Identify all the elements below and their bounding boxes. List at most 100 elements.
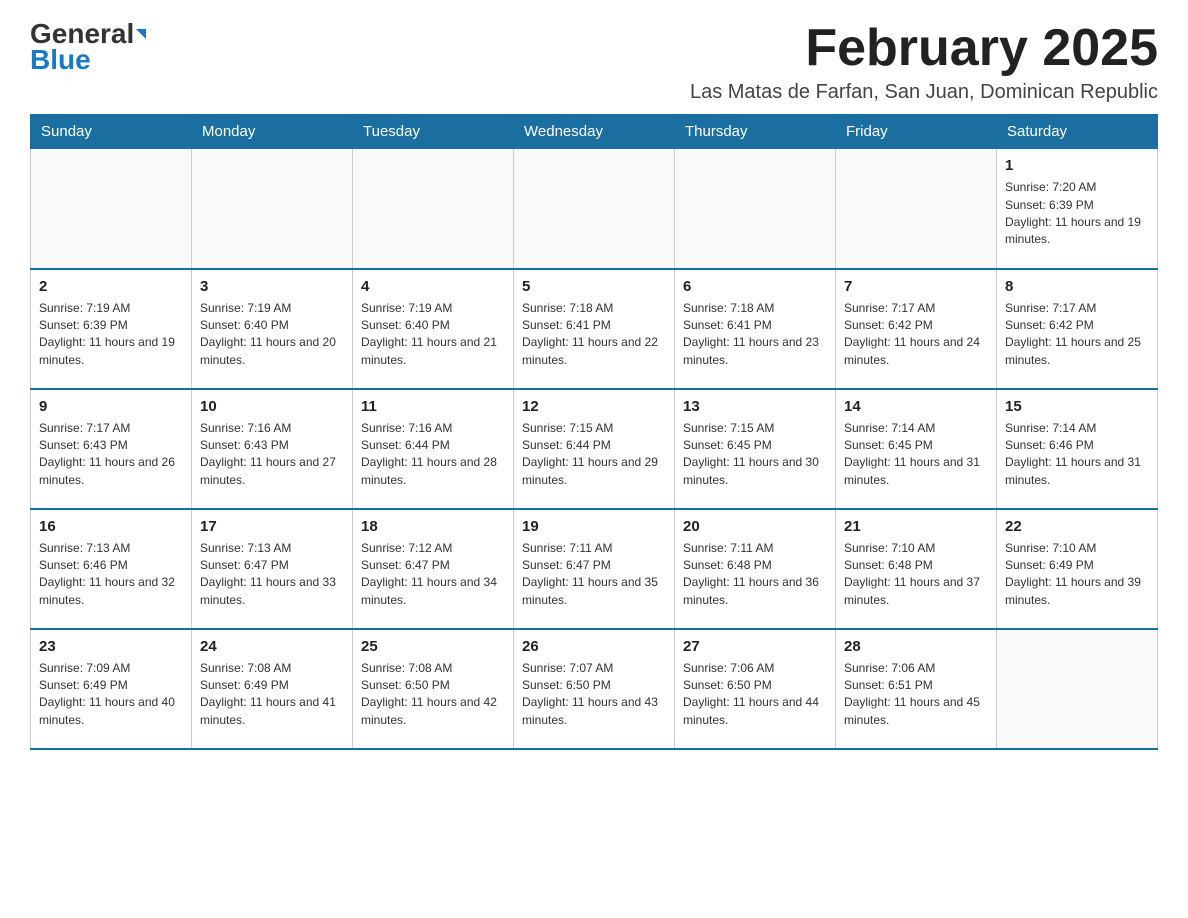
- day-info: Sunrise: 7:17 AM Sunset: 6:42 PM Dayligh…: [844, 300, 988, 370]
- table-row: [31, 149, 192, 269]
- table-row: 8 Sunrise: 7:17 AM Sunset: 6:42 PM Daylig…: [997, 269, 1158, 389]
- day-number: 18: [361, 516, 505, 537]
- day-info: Sunrise: 7:19 AM Sunset: 6:39 PM Dayligh…: [39, 300, 183, 370]
- calendar-title: February 2025: [690, 20, 1158, 77]
- table-row: 18 Sunrise: 7:12 AM Sunset: 6:47 PM Dayli…: [353, 509, 514, 629]
- day-number: 1: [1005, 155, 1149, 176]
- day-info: Sunrise: 7:12 AM Sunset: 6:47 PM Dayligh…: [361, 540, 505, 610]
- day-number: 23: [39, 636, 183, 657]
- day-number: 16: [39, 516, 183, 537]
- day-info: Sunrise: 7:09 AM Sunset: 6:49 PM Dayligh…: [39, 660, 183, 730]
- day-number: 2: [39, 276, 183, 297]
- day-number: 28: [844, 636, 988, 657]
- header-tuesday: Tuesday: [353, 115, 514, 149]
- table-row: 10 Sunrise: 7:16 AM Sunset: 6:43 PM Dayli…: [192, 389, 353, 509]
- day-number: 12: [522, 396, 666, 417]
- day-info: Sunrise: 7:17 AM Sunset: 6:43 PM Dayligh…: [39, 420, 183, 490]
- day-info: Sunrise: 7:11 AM Sunset: 6:47 PM Dayligh…: [522, 540, 666, 610]
- day-number: 22: [1005, 516, 1149, 537]
- logo-arrow-icon: [136, 29, 146, 39]
- table-row: 28 Sunrise: 7:06 AM Sunset: 6:51 PM Dayli…: [836, 629, 997, 749]
- table-row: 3 Sunrise: 7:19 AM Sunset: 6:40 PM Daylig…: [192, 269, 353, 389]
- table-row: [675, 149, 836, 269]
- day-info: Sunrise: 7:06 AM Sunset: 6:51 PM Dayligh…: [844, 660, 988, 730]
- day-number: 25: [361, 636, 505, 657]
- logo-blue: Blue: [30, 46, 91, 74]
- table-row: 22 Sunrise: 7:10 AM Sunset: 6:49 PM Dayli…: [997, 509, 1158, 629]
- calendar-week-row: 23 Sunrise: 7:09 AM Sunset: 6:49 PM Dayli…: [31, 629, 1158, 749]
- table-row: 27Sunrise: 7:06 AM Sunset: 6:50 PM Dayli…: [675, 629, 836, 749]
- table-row: 23 Sunrise: 7:09 AM Sunset: 6:49 PM Dayli…: [31, 629, 192, 749]
- day-info: Sunrise: 7:18 AM Sunset: 6:41 PM Dayligh…: [683, 300, 827, 370]
- table-row: 17 Sunrise: 7:13 AM Sunset: 6:47 PM Dayli…: [192, 509, 353, 629]
- day-number: 17: [200, 516, 344, 537]
- day-number: 26: [522, 636, 666, 657]
- calendar-table: Sunday Monday Tuesday Wednesday Thursday…: [30, 114, 1158, 750]
- table-row: 15 Sunrise: 7:14 AM Sunset: 6:46 PM Dayli…: [997, 389, 1158, 509]
- header-thursday: Thursday: [675, 115, 836, 149]
- day-number: 11: [361, 396, 505, 417]
- day-info: Sunrise: 7:08 AM Sunset: 6:50 PM Dayligh…: [361, 660, 505, 730]
- day-info: Sunrise: 7:10 AM Sunset: 6:49 PM Dayligh…: [1005, 540, 1149, 610]
- table-row: 4 Sunrise: 7:19 AM Sunset: 6:40 PM Daylig…: [353, 269, 514, 389]
- header-sunday: Sunday: [31, 115, 192, 149]
- day-info: Sunrise: 7:15 AM Sunset: 6:45 PM Dayligh…: [683, 420, 827, 490]
- table-row: 16 Sunrise: 7:13 AM Sunset: 6:46 PM Dayli…: [31, 509, 192, 629]
- table-row: [192, 149, 353, 269]
- day-number: 20: [683, 516, 827, 537]
- calendar-subtitle: Las Matas de Farfan, San Juan, Dominican…: [690, 81, 1158, 104]
- table-row: 24 Sunrise: 7:08 AM Sunset: 6:49 PM Dayli…: [192, 629, 353, 749]
- table-row: [836, 149, 997, 269]
- day-info: Sunrise: 7:07 AM Sunset: 6:50 PM Dayligh…: [522, 660, 666, 730]
- calendar-header-row: Sunday Monday Tuesday Wednesday Thursday…: [31, 115, 1158, 149]
- logo: General Blue: [30, 20, 146, 74]
- calendar-week-row: 1 Sunrise: 7:20 AM Sunset: 6:39 PM Daylig…: [31, 149, 1158, 269]
- table-row: 19 Sunrise: 7:11 AM Sunset: 6:47 PM Dayli…: [514, 509, 675, 629]
- day-info: Sunrise: 7:17 AM Sunset: 6:42 PM Dayligh…: [1005, 300, 1149, 370]
- day-number: 7: [844, 276, 988, 297]
- table-row: [997, 629, 1158, 749]
- table-row: 6 Sunrise: 7:18 AM Sunset: 6:41 PM Daylig…: [675, 269, 836, 389]
- day-info: Sunrise: 7:18 AM Sunset: 6:41 PM Dayligh…: [522, 300, 666, 370]
- day-number: 19: [522, 516, 666, 537]
- title-area: February 2025 Las Matas de Farfan, San J…: [690, 20, 1158, 104]
- day-info: Sunrise: 7:11 AM Sunset: 6:48 PM Dayligh…: [683, 540, 827, 610]
- day-info: Sunrise: 7:14 AM Sunset: 6:45 PM Dayligh…: [844, 420, 988, 490]
- table-row: [353, 149, 514, 269]
- day-number: 3: [200, 276, 344, 297]
- day-number: 5: [522, 276, 666, 297]
- calendar-week-row: 16 Sunrise: 7:13 AM Sunset: 6:46 PM Dayli…: [31, 509, 1158, 629]
- day-info: Sunrise: 7:10 AM Sunset: 6:48 PM Dayligh…: [844, 540, 988, 610]
- day-info: Sunrise: 7:13 AM Sunset: 6:47 PM Dayligh…: [200, 540, 344, 610]
- day-number: 10: [200, 396, 344, 417]
- header-friday: Friday: [836, 115, 997, 149]
- table-row: 9Sunrise: 7:17 AM Sunset: 6:43 PM Daylig…: [31, 389, 192, 509]
- day-info: Sunrise: 7:19 AM Sunset: 6:40 PM Dayligh…: [361, 300, 505, 370]
- day-info: Sunrise: 7:20 AM Sunset: 6:39 PM Dayligh…: [1005, 179, 1149, 249]
- day-number: 6: [683, 276, 827, 297]
- day-number: 8: [1005, 276, 1149, 297]
- page-header: General Blue February 2025 Las Matas de …: [30, 20, 1158, 104]
- header-wednesday: Wednesday: [514, 115, 675, 149]
- day-info: Sunrise: 7:16 AM Sunset: 6:44 PM Dayligh…: [361, 420, 505, 490]
- table-row: [514, 149, 675, 269]
- day-number: 4: [361, 276, 505, 297]
- table-row: 2 Sunrise: 7:19 AM Sunset: 6:39 PM Daylig…: [31, 269, 192, 389]
- table-row: 14Sunrise: 7:14 AM Sunset: 6:45 PM Dayli…: [836, 389, 997, 509]
- table-row: 21Sunrise: 7:10 AM Sunset: 6:48 PM Dayli…: [836, 509, 997, 629]
- day-info: Sunrise: 7:13 AM Sunset: 6:46 PM Dayligh…: [39, 540, 183, 610]
- table-row: 26 Sunrise: 7:07 AM Sunset: 6:50 PM Dayli…: [514, 629, 675, 749]
- day-info: Sunrise: 7:19 AM Sunset: 6:40 PM Dayligh…: [200, 300, 344, 370]
- day-number: 24: [200, 636, 344, 657]
- day-info: Sunrise: 7:14 AM Sunset: 6:46 PM Dayligh…: [1005, 420, 1149, 490]
- table-row: 5 Sunrise: 7:18 AM Sunset: 6:41 PM Daylig…: [514, 269, 675, 389]
- calendar-week-row: 9Sunrise: 7:17 AM Sunset: 6:43 PM Daylig…: [31, 389, 1158, 509]
- day-info: Sunrise: 7:16 AM Sunset: 6:43 PM Dayligh…: [200, 420, 344, 490]
- table-row: 12 Sunrise: 7:15 AM Sunset: 6:44 PM Dayli…: [514, 389, 675, 509]
- day-number: 15: [1005, 396, 1149, 417]
- table-row: 1 Sunrise: 7:20 AM Sunset: 6:39 PM Daylig…: [997, 149, 1158, 269]
- header-saturday: Saturday: [997, 115, 1158, 149]
- day-info: Sunrise: 7:15 AM Sunset: 6:44 PM Dayligh…: [522, 420, 666, 490]
- day-number: 27: [683, 636, 827, 657]
- day-info: Sunrise: 7:08 AM Sunset: 6:49 PM Dayligh…: [200, 660, 344, 730]
